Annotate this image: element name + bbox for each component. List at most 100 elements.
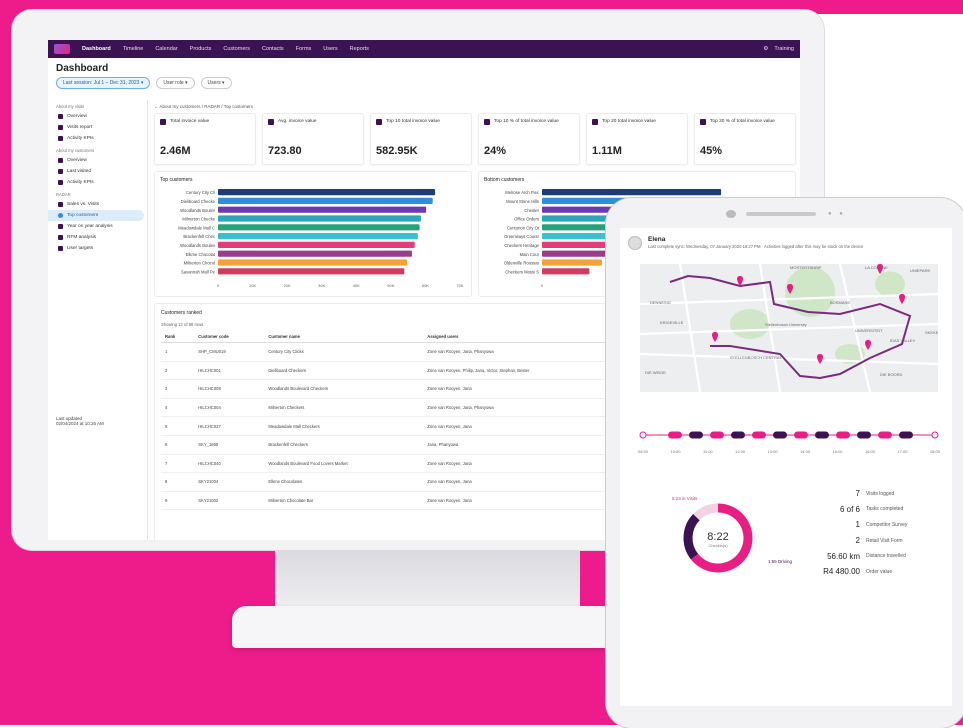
chevron-down-icon: ▾ (140, 80, 144, 86)
sidebar-item-visits-report[interactable]: Visits report (48, 122, 147, 133)
map-label: UNIEPARK (910, 268, 930, 273)
sidebar-item-top-customers[interactable]: Top customers (48, 210, 144, 221)
timeline-segment[interactable] (752, 431, 766, 439)
timeline-segment[interactable] (899, 431, 913, 439)
bar[interactable] (542, 189, 722, 196)
bar[interactable] (542, 259, 603, 266)
nav-users[interactable]: Users (323, 46, 337, 52)
timeline-segment[interactable] (710, 431, 724, 439)
timeline-segment[interactable] (731, 431, 745, 439)
table-cell: 9 (161, 491, 195, 511)
stat-label: Visits logged (866, 490, 895, 497)
sidebar-item-customers-overview[interactable]: Overview (48, 155, 147, 166)
sidebar-item-label: Visits report (67, 125, 93, 130)
bar-label: Melrose Arch Piec (505, 190, 539, 195)
timeline-segment[interactable] (689, 431, 703, 439)
kpi-card: Top 10 % of total invoice value 24% (478, 113, 580, 165)
bar[interactable] (218, 206, 427, 213)
table-cell: 5 (161, 416, 195, 436)
app-logo[interactable] (54, 44, 70, 54)
nav-forms[interactable]: Forms (296, 46, 312, 52)
table-cell: Dieliboard Checkers (264, 361, 424, 381)
timeline-times: 08:30 10:00 11:00 12:00 13:00 14:00 15:00 16:00… (638, 449, 940, 454)
breadcrumb[interactable]: ← About my customers / RADAR / Top custo… (152, 100, 798, 113)
donut-slice[interactable] (683, 514, 700, 560)
column-header[interactable]: Rank (161, 331, 195, 343)
bar[interactable] (218, 224, 420, 231)
table-cell: Zone van Rooyen, Jana (423, 454, 624, 474)
timeline-track[interactable] (638, 429, 940, 441)
timeline-segment[interactable] (857, 431, 871, 439)
stat-value: 6 of 6 (839, 504, 860, 514)
bar[interactable] (218, 189, 436, 196)
table-cell: Woodlands Boulevard Checkers (264, 379, 424, 399)
sidebar-item-year-on-year[interactable]: Year on year analysis (48, 221, 147, 232)
sidebar-item-user-targets[interactable]: User targets (48, 243, 147, 254)
column-header[interactable]: Customer name (264, 331, 424, 343)
nav-calendar[interactable]: Calendar (155, 46, 177, 52)
stat-value: R4 480.00 (823, 567, 860, 577)
timeline-segment[interactable] (878, 431, 892, 439)
sidebar-group-radar[interactable]: RADAR (48, 188, 147, 199)
bar[interactable] (218, 250, 412, 257)
column-header[interactable]: Customer code (194, 331, 265, 343)
users-filter[interactable]: Users ▾ (200, 77, 232, 89)
bar[interactable] (218, 241, 415, 248)
table-cell: SKY_1655 (194, 435, 265, 455)
nav-products[interactable]: Products (190, 46, 212, 52)
bar[interactable] (218, 259, 408, 266)
avatar[interactable] (628, 236, 642, 250)
timeline-segment[interactable] (815, 431, 829, 439)
sidebar-item-customer-kpis[interactable]: Activity KPIs (48, 177, 147, 188)
time-label: 15:00 (832, 449, 843, 454)
pin-icon (58, 125, 63, 130)
day-timeline[interactable]: 08:30 10:00 11:00 12:00 13:00 14:00 15:00 16:00… (638, 428, 940, 458)
table-cell: Zone van Rooyen, Jana, Phanyowa (423, 342, 624, 362)
gear-icon[interactable]: ⚙ (763, 46, 768, 52)
route-map[interactable]: DENNESIG STELLENBOSCH CENTRAL Stellenbosch… (640, 264, 938, 392)
timeline-segment[interactable] (794, 431, 808, 439)
stat-row: R4 480.00 Order value (804, 564, 907, 580)
bar[interactable] (218, 197, 433, 204)
bar-label: Milnerton Chocol (184, 261, 215, 266)
bar[interactable] (542, 268, 590, 275)
sidebar-item-overview[interactable]: Overview (48, 111, 147, 122)
nav-dashboard[interactable]: Dashboard (82, 46, 111, 52)
column-header[interactable]: Assigned users (423, 331, 624, 343)
sidebar-item-last-visited[interactable]: Last visited (48, 166, 147, 177)
nav-customers[interactable]: Customers (223, 46, 250, 52)
bar[interactable] (218, 268, 405, 275)
sidebar-item-label: Top customers (67, 213, 99, 218)
table-cell: Zone van Rooyen, Philip, Jana, Victor, S… (423, 361, 624, 381)
tablet-sensors: ● ● (828, 211, 846, 217)
user-role-filter[interactable]: User role ▾ (156, 77, 195, 89)
timeline-segment[interactable] (836, 431, 850, 439)
bar[interactable] (218, 215, 421, 222)
stat-row: 56.60 km Distance travelled (804, 548, 907, 564)
time-label: 16:00 (864, 449, 875, 454)
training-label[interactable]: Training (774, 46, 794, 52)
chart-title: Top customers (160, 177, 193, 183)
map-label: IDAS VALLEY (890, 338, 916, 343)
sidebar-item-label: Last visited (67, 169, 91, 174)
time-label: 13:00 (767, 449, 778, 454)
bar[interactable] (218, 233, 418, 240)
timeline-segment[interactable] (773, 431, 787, 439)
sidebar-item-rfm[interactable]: RFM analysis (48, 232, 147, 243)
donut-slice[interactable] (693, 503, 719, 521)
table-cell: HILCHC040 (194, 454, 265, 474)
nav-timeline[interactable]: Timeline (123, 46, 144, 52)
tick-label: 10K (249, 283, 256, 288)
sidebar-group-visits[interactable]: About my visits (48, 100, 147, 111)
table-cell: Century City Clicks (264, 342, 424, 362)
nav-contacts[interactable]: Contacts (262, 46, 284, 52)
table-cell: 1 (161, 342, 195, 362)
date-filter[interactable]: Last session: Jul 1 – Dec 31, 2023 ▾ (56, 77, 151, 89)
chevron-down-icon: ▾ (222, 80, 225, 86)
timeline-segment[interactable] (668, 431, 682, 439)
sidebar-item-sales-vs-visits[interactable]: Sales vs. Visits (48, 199, 147, 210)
sidebar-item-activity-kpis[interactable]: Activity KPIs (48, 133, 147, 144)
sidebar-group-customers[interactable]: About my customers (48, 144, 147, 155)
tick-label: 60K (422, 283, 429, 288)
nav-reports[interactable]: Reports (350, 46, 369, 52)
